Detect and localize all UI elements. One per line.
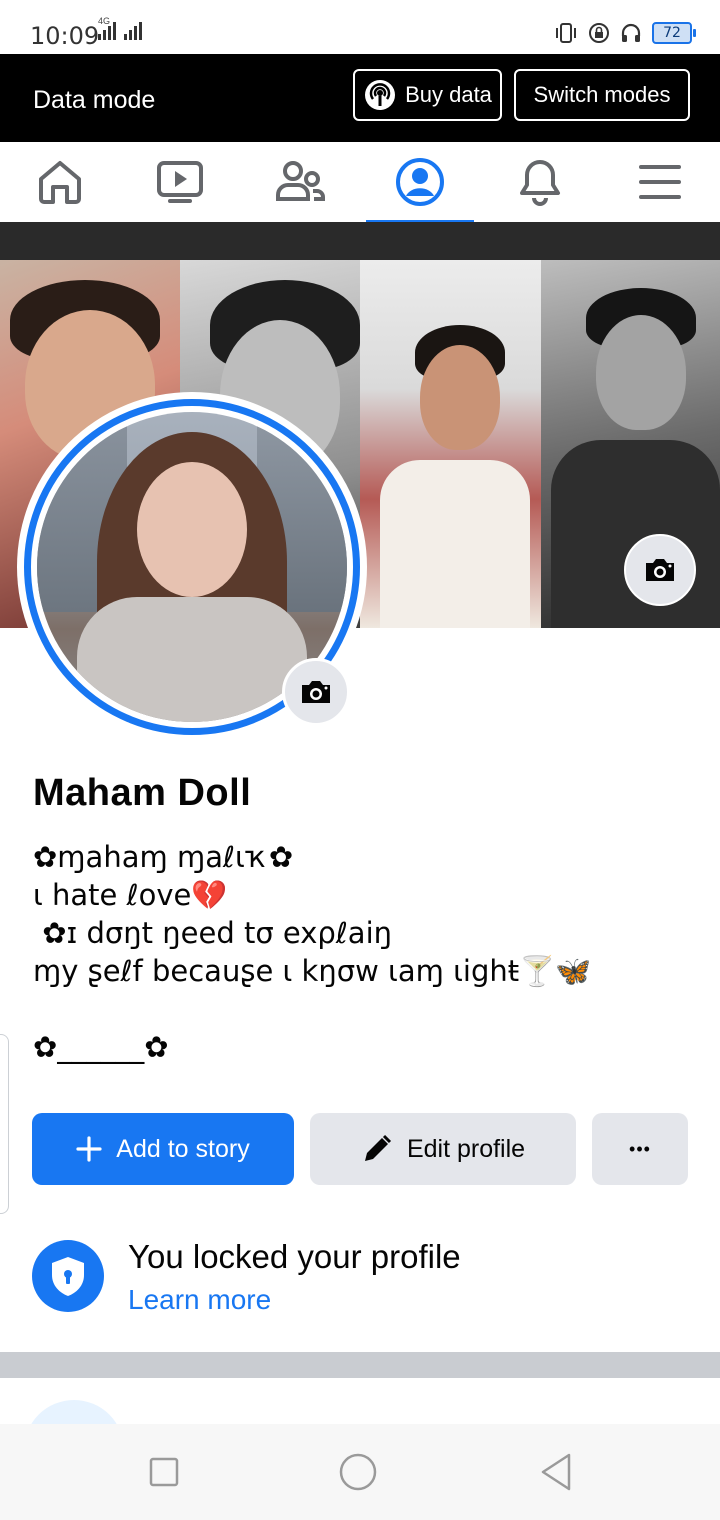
plus-icon [76, 1136, 102, 1162]
circle-icon [339, 1453, 377, 1491]
signal-indicators: 4G [98, 16, 142, 40]
bio-line: ✿ɱahaɱ ɱaℓɩҡ✿ [33, 840, 294, 874]
status-bar: 10:09 4G 72 [0, 0, 720, 54]
camera-icon [302, 681, 330, 703]
edit-profile-label: Edit profile [406, 1134, 526, 1163]
home-icon [39, 161, 81, 204]
status-icons: 72 [554, 22, 696, 44]
add-to-story-label: Add to story [116, 1134, 250, 1163]
home-system-button[interactable] [338, 1452, 378, 1492]
nav-friends[interactable] [240, 142, 360, 222]
more-options-icon: ••• [629, 1138, 651, 1159]
menu-icon [639, 165, 681, 199]
nav-notifications[interactable] [480, 142, 600, 222]
back-triangle-icon [541, 1453, 571, 1491]
edit-profile-button[interactable]: Edit profile [310, 1113, 576, 1185]
nav-home[interactable] [0, 142, 120, 222]
data-mode-bar: Data mode Buy data Switch modes [0, 54, 720, 142]
switch-modes-button[interactable]: Switch modes [514, 69, 690, 121]
more-options-button[interactable]: ••• [592, 1113, 688, 1185]
friends-icon [276, 161, 325, 201]
profile-lock-badge [32, 1240, 104, 1312]
locked-profile-title: You locked your profile [128, 1238, 461, 1275]
headphones-icon [621, 23, 641, 42]
buy-data-label: Buy data [405, 82, 492, 107]
signal-bars-icon [124, 22, 142, 40]
camera-icon [646, 559, 674, 581]
battery-indicator: 72 [652, 22, 696, 44]
video-icon [157, 161, 203, 203]
avatar-camera-button[interactable] [282, 658, 350, 726]
buy-data-button[interactable]: Buy data [353, 69, 502, 121]
bio-line: ✿ɪ dσŋt ŋeed tσ exρℓaiŋ [33, 916, 393, 950]
back-system-button[interactable] [536, 1452, 576, 1492]
learn-more-link[interactable]: Learn more [128, 1284, 271, 1316]
side-edge-handle[interactable] [0, 1034, 9, 1214]
cover-panel [360, 260, 541, 628]
profile-icon [396, 158, 444, 206]
shield-lock-icon [52, 1257, 84, 1296]
vibrate-icon [556, 23, 576, 43]
profile-name: Maham Doll [33, 772, 252, 814]
bell-icon [520, 160, 560, 206]
profile-bio: ✿ɱahaɱ ɱaℓɩҡ✿ ɩ hate ℓove💔 ✿ɪ dσŋt ŋeed … [33, 838, 693, 1066]
section-divider [0, 1352, 720, 1378]
bio-line: ɩ hate ℓove💔 [33, 878, 228, 912]
nav-watch[interactable] [120, 142, 240, 222]
top-nav [0, 142, 720, 224]
broadcast-icon [365, 80, 396, 110]
system-navigation-bar [0, 1424, 720, 1520]
cover-top-strip [0, 222, 720, 260]
nav-profile[interactable] [360, 142, 480, 224]
network-type: 4G [98, 16, 111, 26]
square-icon [149, 1457, 179, 1487]
pencil-icon [364, 1134, 391, 1161]
nav-menu[interactable] [600, 142, 720, 222]
bio-line [33, 990, 693, 1028]
add-to-story-button[interactable]: Add to story [32, 1113, 294, 1185]
status-time: 10:09 [30, 22, 100, 50]
bio-line: ɱy ʂeℓf becauʂe ɩ kŋσw ɩaɱ ɩighŧ🍸🦋 [33, 954, 592, 988]
bio-line: ✿______✿ [33, 1030, 169, 1064]
cover-camera-button[interactable] [624, 534, 696, 606]
data-mode-title: Data mode [33, 86, 156, 114]
lock-rotation-icon [589, 23, 609, 43]
switch-modes-label: Switch modes [533, 82, 671, 107]
recent-apps-button[interactable] [144, 1452, 184, 1492]
